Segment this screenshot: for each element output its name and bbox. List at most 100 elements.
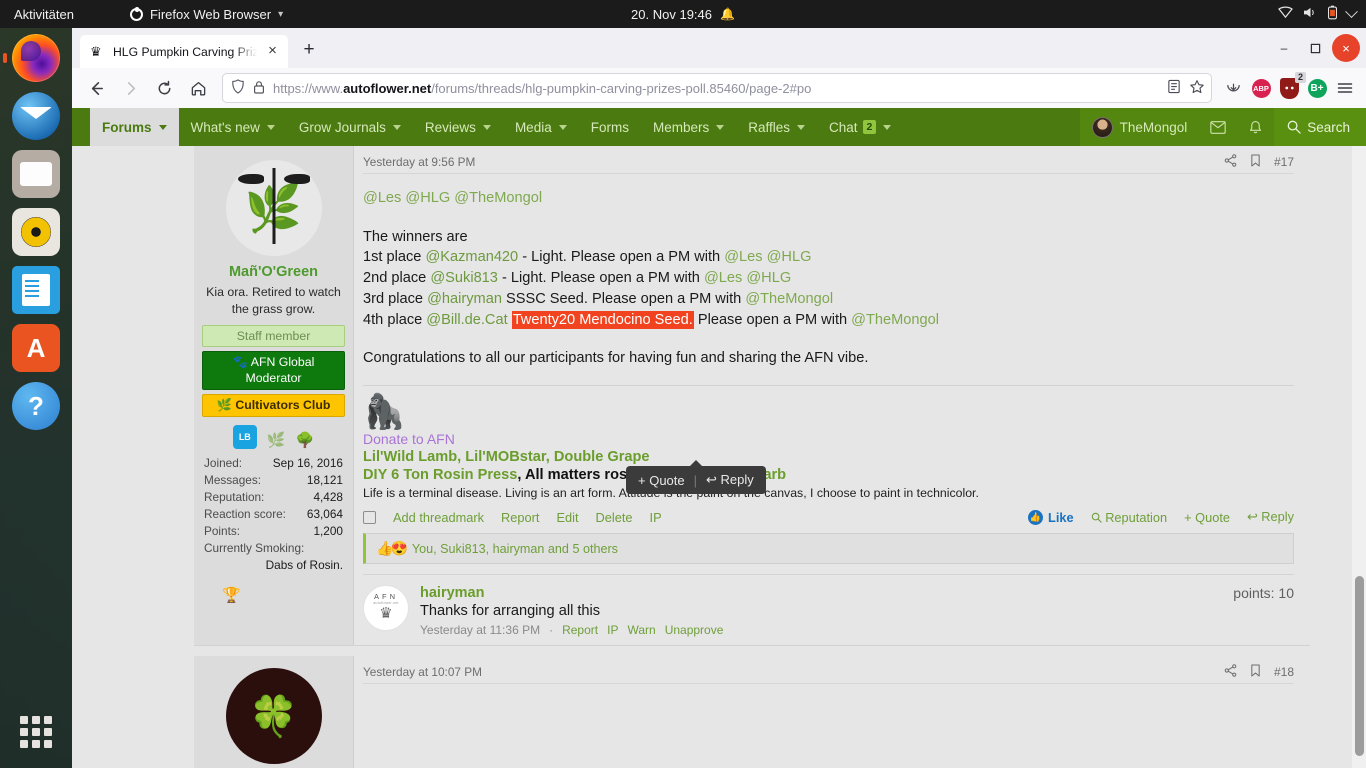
selection-quote-tooltip[interactable]: + Quote | ↩ Reply <box>626 460 766 494</box>
share-icon[interactable] <box>1224 663 1237 680</box>
window-minimize-button[interactable]: – <box>1270 34 1298 62</box>
comment-action-report[interactable]: Report <box>562 623 598 637</box>
show-applications-button[interactable] <box>12 708 60 756</box>
comment-action-warn[interactable]: Warn <box>627 623 655 637</box>
dock-item-thunderbird[interactable] <box>12 92 60 140</box>
mention-link[interactable]: @Suki813 <box>430 270 498 286</box>
post-select-checkbox[interactable] <box>363 510 376 524</box>
action-edit[interactable]: Edit <box>556 510 578 525</box>
comment-action-ip[interactable]: IP <box>607 623 618 637</box>
signature-strains-link[interactable]: Lil'Wild Lamb, Lil'MOBstar, Double Grape <box>363 449 1294 465</box>
nav-item-grow-journals[interactable]: Grow Journals <box>287 108 413 146</box>
alerts-bell-icon[interactable] <box>1237 108 1275 146</box>
adblock-plus-icon[interactable]: ABP <box>1248 75 1274 101</box>
nav-item-members[interactable]: Members <box>641 108 736 146</box>
window-maximize-button[interactable] <box>1301 34 1329 62</box>
nav-item-chat[interactable]: Chat 2 <box>817 108 903 146</box>
downloads-icon[interactable] <box>1220 75 1246 101</box>
mention-link[interactable]: @Les @HLG @TheMongol <box>363 190 542 206</box>
reader-view-icon[interactable] <box>1167 79 1181 97</box>
dock-item-ubuntu-software[interactable]: A <box>12 324 60 372</box>
scrollbar-thumb[interactable] <box>1355 576 1364 756</box>
action-reply[interactable]: ↩ Reply <box>1247 509 1294 525</box>
donate-link[interactable]: Donate to AFN <box>363 431 1294 447</box>
volume-icon <box>1303 6 1318 22</box>
new-tab-button[interactable]: + <box>294 36 324 66</box>
comment-timestamp[interactable]: Yesterday at 11:36 PM <box>420 623 540 637</box>
post-timestamp[interactable]: Yesterday at 10:07 PM <box>363 665 482 679</box>
tab-close-icon[interactable]: × <box>264 43 281 60</box>
home-button[interactable] <box>182 73 214 103</box>
site-search-button[interactable]: Search <box>1274 108 1366 146</box>
author-avatar[interactable]: 🍀 <box>225 668 322 765</box>
page-viewport: Forums What's new Grow Journals Reviews … <box>72 108 1366 768</box>
page-scrollbar[interactable] <box>1352 146 1366 768</box>
bookmark-star-icon[interactable] <box>1189 79 1205 98</box>
reactions-text[interactable]: You, Suki813, hairyman and 5 others <box>412 542 618 556</box>
post-reactions-bar[interactable]: 👍 😍 You, Suki813, hairyman and 5 others <box>363 533 1294 565</box>
clock-button[interactable]: 20. Nov 19:46 🔔 <box>0 7 1366 22</box>
action-ip[interactable]: IP <box>650 510 662 525</box>
shield-icon[interactable] <box>231 79 245 97</box>
action-quote[interactable]: + Quote <box>1184 510 1230 525</box>
bitwarden-icon[interactable]: B+ <box>1304 75 1330 101</box>
post-timestamp[interactable]: Yesterday at 9:56 PM <box>363 155 475 169</box>
nav-item-forms[interactable]: Forms <box>579 108 641 146</box>
nav-item-reviews[interactable]: Reviews <box>413 108 503 146</box>
lock-icon[interactable] <box>253 80 265 97</box>
comment-action-unapprove[interactable]: Unapprove <box>665 623 724 637</box>
nav-item-whats-new[interactable]: What's new <box>179 108 287 146</box>
author-avatar[interactable]: 🌿 <box>225 160 322 256</box>
mention-link[interactable]: @TheMongol <box>851 312 939 328</box>
address-bar[interactable]: https://www.autoflower.net/forums/thread… <box>222 73 1212 103</box>
rosin-press-link[interactable]: DIY 6 Ton Rosin Press <box>363 467 517 483</box>
action-reputation-label: Reputation <box>1105 509 1168 525</box>
mention-link[interactable]: @Les @HLG <box>704 270 791 286</box>
mention-link[interactable]: @Bill.de.Cat <box>426 312 507 328</box>
comment-points: points: 10 <box>1233 585 1294 602</box>
nav-item-media[interactable]: Media <box>503 108 579 146</box>
dock-item-libreoffice-writer[interactable] <box>12 266 60 314</box>
post-comment: AFN autoflower.net ♛ hairyman Thanks for… <box>363 574 1294 645</box>
forward-button[interactable] <box>114 73 146 103</box>
post-number[interactable]: #17 <box>1274 155 1294 169</box>
nav-item-label: Grow Journals <box>298 119 386 135</box>
author-username[interactable]: Mañ'O'Green <box>202 264 345 280</box>
bookmark-icon[interactable] <box>1250 664 1261 680</box>
dock-item-rhythmbox[interactable] <box>12 208 60 256</box>
browser-tab[interactable]: ♛ HLG Pumpkin Carving Priz × <box>80 35 288 68</box>
tooltip-reply-button[interactable]: ↩ Reply <box>706 472 754 488</box>
action-reputation[interactable]: Reputation <box>1091 510 1167 525</box>
action-report[interactable]: Report <box>501 510 539 525</box>
dock-item-help[interactable]: ? <box>12 382 60 430</box>
action-like[interactable]: 👍 Like <box>1028 509 1074 525</box>
inbox-envelope-icon[interactable] <box>1199 108 1238 146</box>
back-button[interactable] <box>80 73 112 103</box>
bookmark-icon[interactable] <box>1250 153 1261 170</box>
share-icon[interactable] <box>1224 153 1237 170</box>
system-tray[interactable] <box>1278 4 1358 23</box>
hamburger-menu-icon[interactable] <box>1332 75 1358 101</box>
lastpass-icon[interactable]: 2 <box>1276 72 1306 101</box>
nav-item-forums[interactable]: Forums <box>90 108 179 146</box>
nav-item-raffles[interactable]: Raffles <box>736 108 817 146</box>
dock-item-firefox[interactable] <box>3 34 60 82</box>
action-add-threadmark[interactable]: Add threadmark <box>393 510 484 525</box>
action-quote-label: Quote <box>1195 509 1230 525</box>
mention-link[interactable]: @TheMongol <box>745 291 833 307</box>
action-delete[interactable]: Delete <box>596 510 633 525</box>
window-close-button[interactable]: × <box>1332 34 1360 62</box>
mention-link[interactable]: @hairyman <box>427 291 502 307</box>
author-user-title: Kia ora. Retired to watch the grass grow… <box>206 285 341 316</box>
mention-link[interactable]: @Kazman420 <box>425 249 518 265</box>
comment-author[interactable]: hairyman <box>420 585 1219 601</box>
tooltip-quote-button[interactable]: + Quote <box>638 473 685 488</box>
dock-item-files[interactable] <box>12 150 60 198</box>
nav-user-menu[interactable]: TheMongol <box>1079 108 1200 146</box>
comment-avatar[interactable]: AFN autoflower.net ♛ <box>363 585 409 632</box>
reload-button[interactable] <box>148 73 180 103</box>
selected-text[interactable]: Twenty20 Mendocino Seed. <box>511 310 694 329</box>
mention-link[interactable]: @Les @HLG <box>724 249 811 265</box>
post-number[interactable]: #18 <box>1274 665 1294 679</box>
site-nav-right: TheMongol Search <box>1079 108 1366 146</box>
